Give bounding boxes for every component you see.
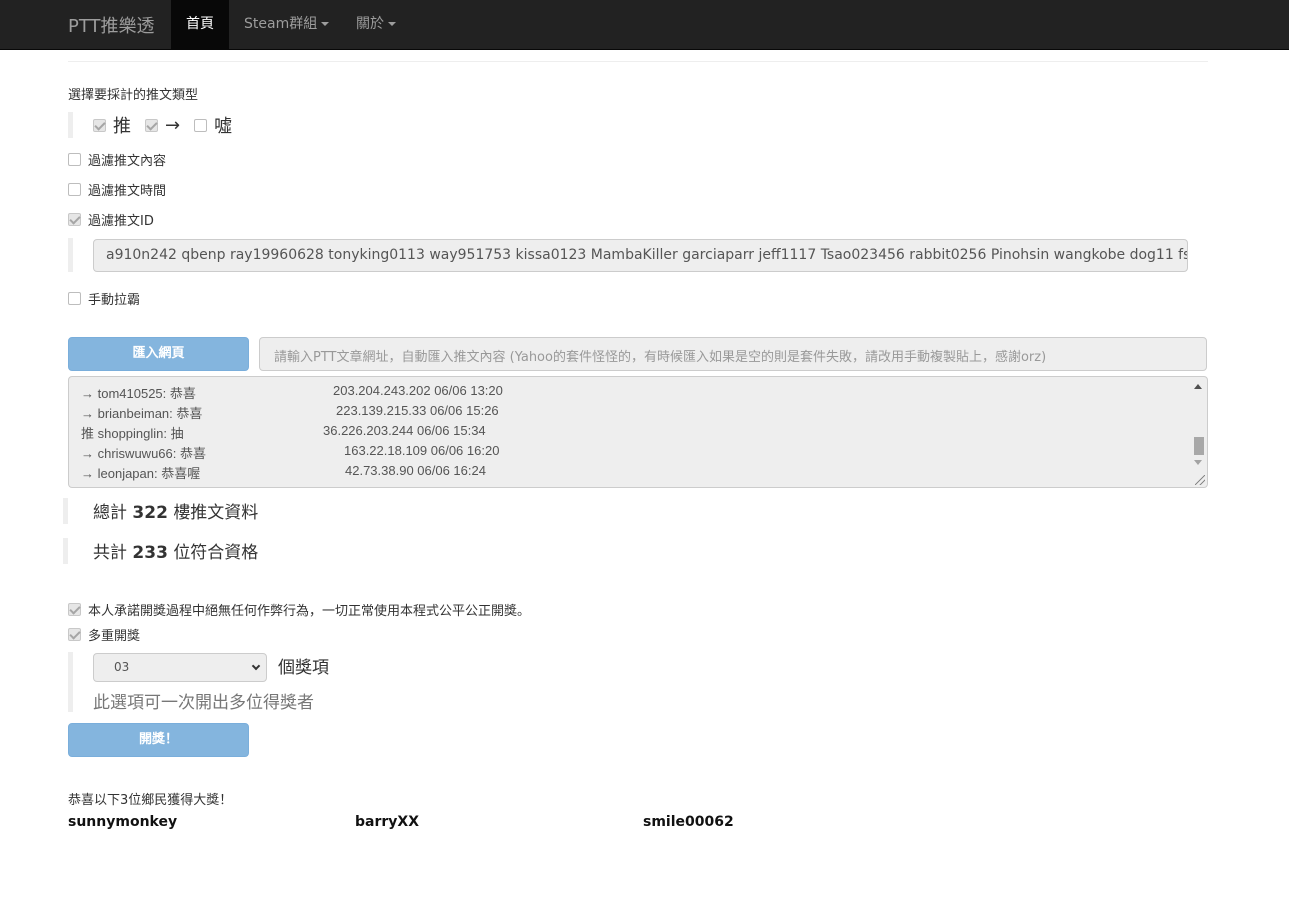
push-line: → chriswuwu66: 恭喜 <box>81 446 206 461</box>
divider <box>68 61 1208 62</box>
push-list-textarea[interactable]: → tom410525: 恭喜 203.204.243.202 06/06 13… <box>68 376 1208 488</box>
push-checkbox[interactable] <box>93 118 106 132</box>
winner-name: smile00062 <box>643 814 734 830</box>
nav-about-label: 關於 <box>356 16 384 32</box>
total-suffix: 樓推文資料 <box>173 503 259 523</box>
filter-id-checkbox[interactable] <box>68 213 81 226</box>
pledge-checkbox[interactable] <box>68 603 81 616</box>
quote-bar <box>63 538 68 564</box>
manual-draw-row: 手動拉霸 <box>68 289 140 308</box>
caret-down-icon <box>321 22 330 26</box>
push-label: 推 <box>113 116 131 137</box>
filter-content-row: 過濾推文內容 <box>68 150 166 169</box>
scroll-thumb[interactable] <box>1194 437 1204 455</box>
multi-draw-label: 多重開獎 <box>88 629 141 644</box>
filter-content-checkbox[interactable] <box>68 153 81 166</box>
winner-name: sunnymonkey <box>68 814 178 830</box>
filter-id-label: 過濾推文ID <box>88 214 154 229</box>
navbar: PTT推樂透 首頁 Steam群組 關於 <box>0 0 1289 50</box>
pledge-label: 本人承諾開獎過程中絕無任何作弊行為，一切正常使用本程式公平公正開獎。 <box>88 604 531 619</box>
pledge-row: 本人承諾開獎過程中絕無任何作弊行為，一切正常使用本程式公平公正開獎。 <box>68 600 530 619</box>
push-line: → brianbeiman: 恭喜 <box>81 406 203 421</box>
manual-draw-label: 手動拉霸 <box>88 293 141 308</box>
nav-steam-group[interactable]: Steam群組 <box>229 0 344 50</box>
winner-name: barryXX <box>355 814 419 830</box>
chevron-down-icon <box>251 661 261 671</box>
result-heading: 恭喜以下3位鄉民獲得大獎！ <box>68 793 233 808</box>
push-line-meta: 36.226.203.244 06/06 15:34 <box>323 423 486 438</box>
filter-content-label: 過濾推文內容 <box>88 154 167 169</box>
filter-time-label: 過濾推文時間 <box>88 184 167 199</box>
import-page-button[interactable]: 匯入網頁 <box>68 337 249 371</box>
nav-home[interactable]: 首頁 <box>171 0 229 50</box>
nav-about[interactable]: 關於 <box>341 0 411 50</box>
qualified-suffix: 位符合資格 <box>173 543 259 563</box>
push-line-meta: 42.73.38.90 06/06 16:24 <box>345 463 486 478</box>
qualified-prefix: 共計 <box>93 543 127 563</box>
quote-bar <box>68 238 73 272</box>
filter-id-row: 過濾推文ID <box>68 210 154 229</box>
arrow-checkbox[interactable] <box>145 118 158 132</box>
qualified-stat: 共計 233 位符合資格 <box>93 538 258 563</box>
push-line-meta: 163.22.18.109 06/06 16:20 <box>344 443 500 458</box>
multi-draw-row: 多重開獎 <box>68 625 140 644</box>
scroll-up-icon[interactable] <box>1194 384 1202 389</box>
prize-count-value: 03 <box>114 660 130 674</box>
boo-label: 噓 <box>214 116 233 137</box>
nav-home-label: 首頁 <box>186 16 214 32</box>
multi-draw-checkbox[interactable] <box>68 628 81 641</box>
push-type-options: 推 → 噓 <box>93 112 246 138</box>
prize-unit-label: 個獎項 <box>278 658 329 678</box>
push-line: → tom410525: 恭喜 <box>81 386 196 401</box>
push-line-meta: 223.139.215.33 06/06 15:26 <box>336 403 499 418</box>
multi-draw-help: 此選項可一次開出多位得獎者 <box>93 693 314 713</box>
boo-checkbox[interactable] <box>194 118 208 132</box>
resize-grip-icon[interactable] <box>1195 475 1205 485</box>
quote-bar <box>68 652 73 712</box>
brand-link[interactable]: PTT推樂透 <box>68 12 155 38</box>
qualified-count: 233 <box>132 543 168 563</box>
push-line-meta: 203.204.243.202 06/06 13:20 <box>333 383 503 398</box>
article-url-input[interactable]: 請輸入PTT文章網址，自動匯入推文內容 (Yahoo的套件怪怪的，有時候匯入如果… <box>259 337 1207 371</box>
scroll-down-icon[interactable] <box>1194 460 1202 465</box>
filter-time-row: 過濾推文時間 <box>68 180 166 199</box>
caret-down-icon <box>388 22 396 26</box>
prize-count-select[interactable]: 03 <box>93 653 267 682</box>
textarea-scrollbar[interactable] <box>1191 379 1205 485</box>
filter-id-input[interactable]: a910n242 qbenp ray19960628 tonyking0113 … <box>93 239 1188 272</box>
manual-draw-checkbox[interactable] <box>68 292 81 305</box>
total-pushes-stat: 總計 322 樓推文資料 <box>93 498 258 523</box>
nav-steam-group-label: Steam群組 <box>244 16 318 32</box>
push-line: → leonjapan: 恭喜喔 <box>81 466 201 481</box>
quote-bar <box>63 498 68 524</box>
draw-button[interactable]: 開獎！ <box>68 723 249 757</box>
total-count: 322 <box>132 503 168 523</box>
arrow-label: → <box>165 114 181 136</box>
push-line: 推 shoppinglin: 抽 <box>81 426 184 441</box>
filter-time-checkbox[interactable] <box>68 183 81 196</box>
total-prefix: 總計 <box>93 503 127 523</box>
quote-bar <box>68 112 73 138</box>
push-type-heading: 選擇要採計的推文類型 <box>68 88 199 103</box>
